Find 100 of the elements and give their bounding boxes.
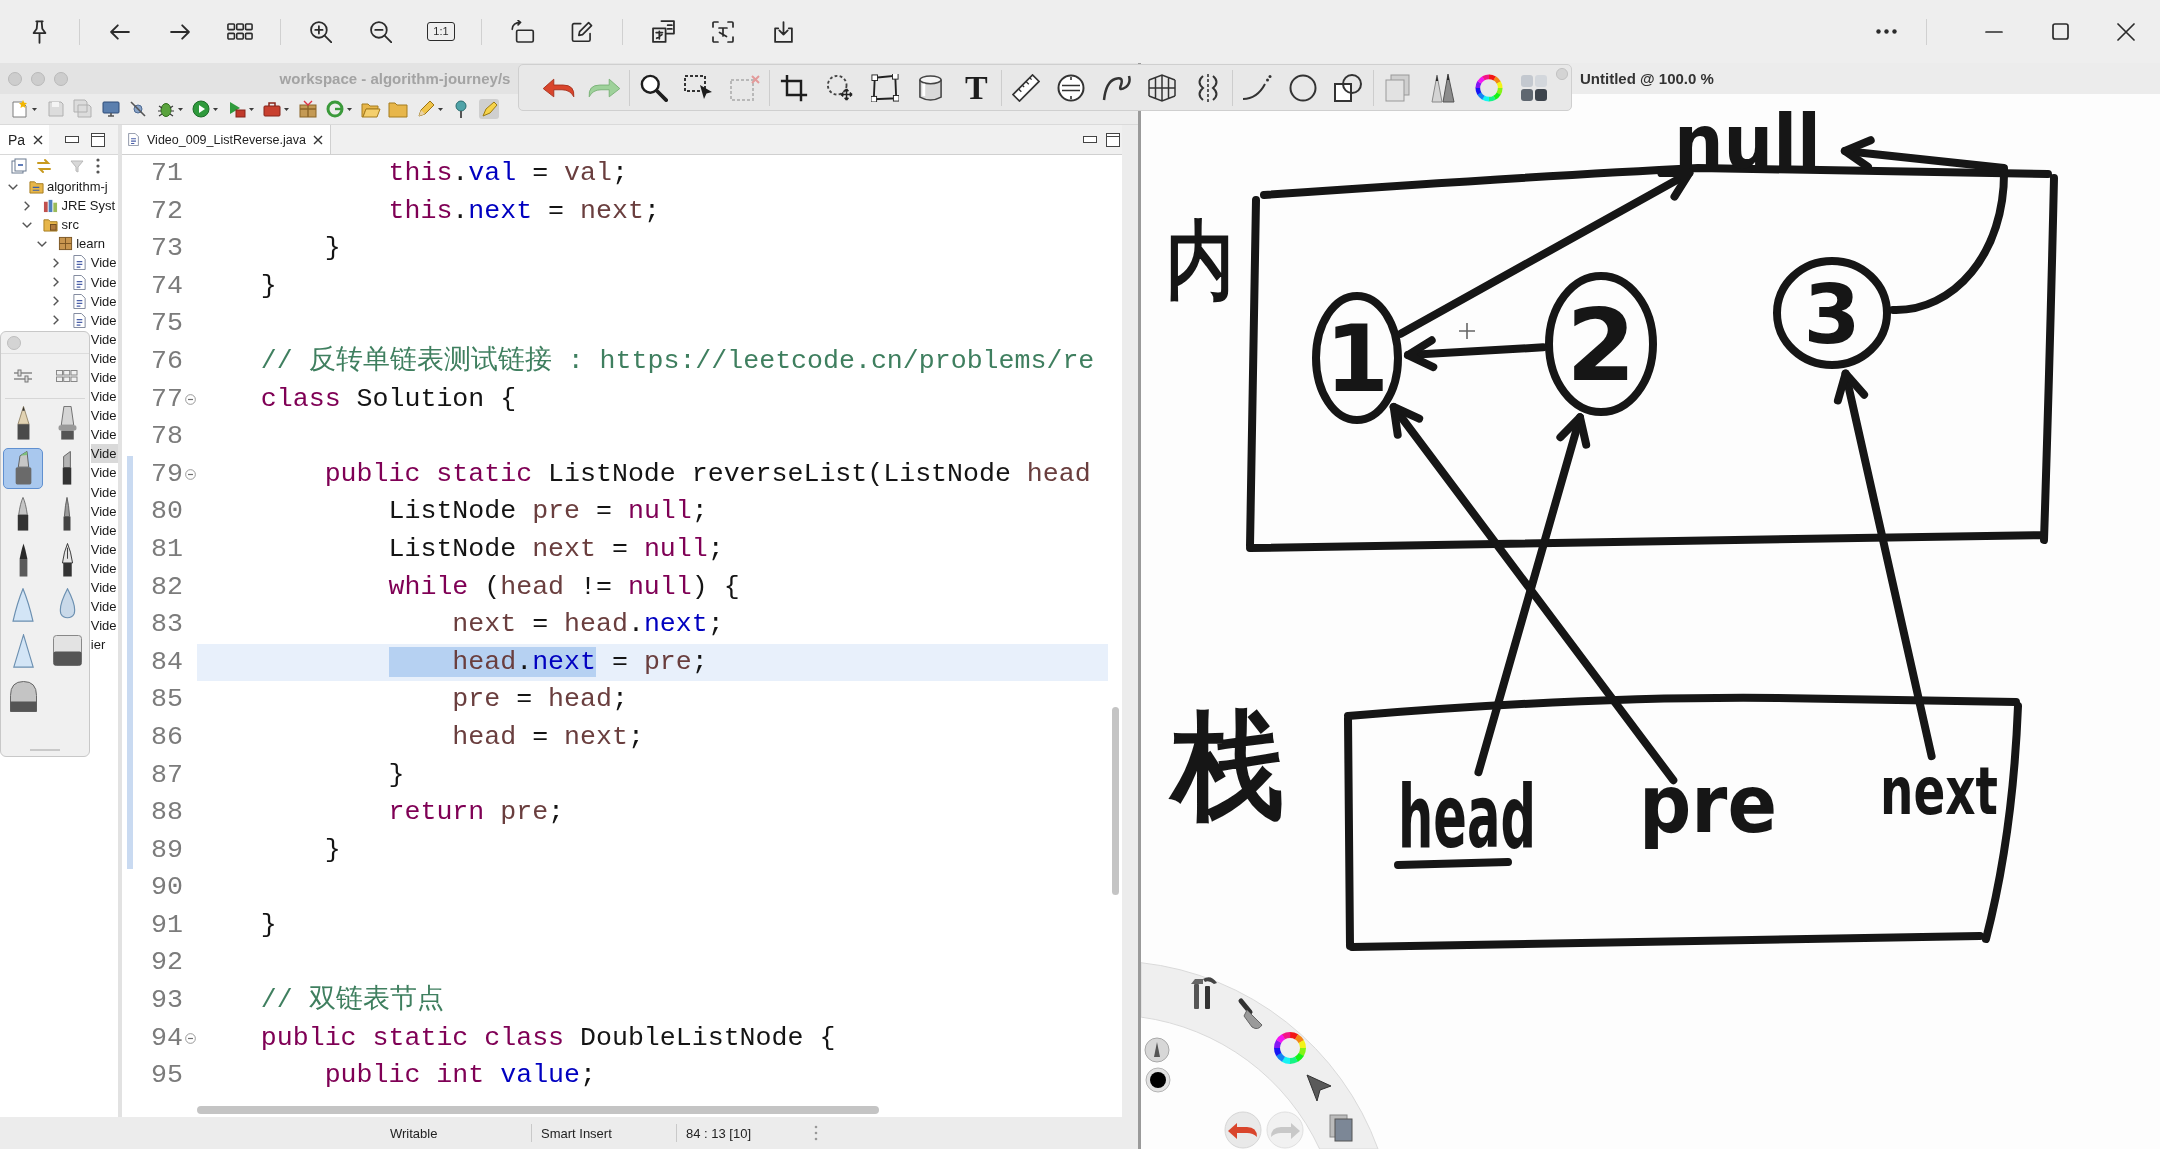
tree-item[interactable]: Vide xyxy=(90,387,118,407)
pin-icon[interactable] xyxy=(31,19,47,44)
zoom-out-icon[interactable] xyxy=(370,20,392,43)
tree-item[interactable]: Vide xyxy=(90,597,118,617)
fold-icon[interactable] xyxy=(184,393,196,405)
chevron-right-icon[interactable] xyxy=(53,296,60,307)
chevron-right-icon[interactable] xyxy=(24,200,31,211)
transform-icon[interactable] xyxy=(871,73,900,102)
scrollbar-thumb[interactable] xyxy=(1111,707,1119,895)
fold-icon[interactable] xyxy=(184,469,196,481)
back-icon[interactable] xyxy=(110,23,130,40)
maximize-icon[interactable] xyxy=(2051,23,2069,40)
close-icon[interactable] xyxy=(312,134,323,145)
tree-item[interactable]: Vide xyxy=(90,577,118,598)
forward-icon[interactable] xyxy=(170,23,190,40)
more-icon[interactable] xyxy=(1875,29,1897,34)
view-menu-icon[interactable] xyxy=(96,158,100,174)
undo-icon[interactable] xyxy=(542,77,576,98)
text-tool-button[interactable]: T xyxy=(964,70,988,105)
highlighter-icon[interactable] xyxy=(478,99,499,119)
toolbox-dropdown-icon[interactable] xyxy=(262,99,290,119)
ellipse-guide-icon[interactable] xyxy=(1057,73,1086,102)
grip-icon[interactable] xyxy=(814,1125,818,1141)
tree-item[interactable]: Vide xyxy=(48,291,118,311)
tools-icon[interactable] xyxy=(1191,977,1217,1009)
tree-item[interactable]: Vide xyxy=(48,272,118,292)
paintbrush-icon[interactable] xyxy=(1238,998,1263,1030)
tree-item[interactable]: Vide xyxy=(90,329,118,349)
color-swatch-icon[interactable] xyxy=(1145,1067,1171,1093)
tree-item[interactable]: Vide xyxy=(90,520,118,540)
gift-box-icon[interactable] xyxy=(297,99,318,119)
bucket-icon[interactable] xyxy=(918,73,944,102)
editor-tab[interactable]: Video_009_ListReverse.java xyxy=(122,125,331,154)
tree-item[interactable]: Vide xyxy=(90,425,118,445)
tree-item[interactable]: Vide xyxy=(90,539,118,559)
tree-item[interactable]: JRE Syst xyxy=(19,196,118,216)
chevron-down-icon[interactable] xyxy=(22,221,33,228)
maximize-icon[interactable] xyxy=(1106,132,1120,147)
tree-item[interactable]: Vide xyxy=(90,444,118,464)
scrollbar-thumb[interactable] xyxy=(197,1106,879,1114)
gallery-icon[interactable] xyxy=(227,23,253,40)
tree-item[interactable]: Vide xyxy=(90,482,118,502)
swatches-icon[interactable] xyxy=(1520,73,1549,102)
chevron-right-icon[interactable] xyxy=(53,257,60,268)
brush-puck-icon[interactable] xyxy=(1144,1037,1170,1063)
chevron-right-icon[interactable] xyxy=(53,277,60,287)
close-icon[interactable] xyxy=(33,134,44,145)
translate-icon[interactable] xyxy=(651,20,675,43)
minimize-icon[interactable] xyxy=(1083,136,1097,143)
lasso-icon[interactable] xyxy=(825,73,854,102)
minimize-icon[interactable] xyxy=(65,136,79,143)
perspective-grid-icon[interactable] xyxy=(1148,73,1177,102)
link-arrows-icon[interactable] xyxy=(36,158,52,174)
maximize-icon[interactable] xyxy=(91,132,105,147)
edit-icon[interactable] xyxy=(571,20,593,43)
circle-icon[interactable] xyxy=(1288,73,1317,102)
tree-item[interactable]: Vide xyxy=(90,558,118,578)
tree-item[interactable]: Vide xyxy=(90,367,118,388)
color-wheel-icon[interactable] xyxy=(1274,1032,1306,1064)
tree-item[interactable]: src xyxy=(19,215,118,235)
shape-icon[interactable] xyxy=(1334,73,1363,102)
download-icon[interactable] xyxy=(773,20,793,43)
minimize-icon[interactable] xyxy=(1985,30,2003,33)
chevron-down-icon[interactable] xyxy=(7,183,18,190)
tree-item[interactable]: learn xyxy=(34,234,118,254)
sliders-icon[interactable] xyxy=(12,369,33,383)
tree-item[interactable]: Vide xyxy=(90,406,118,426)
close-icon[interactable] xyxy=(2117,22,2135,41)
curve-icon[interactable] xyxy=(1242,74,1273,101)
grid-icon[interactable] xyxy=(55,370,78,382)
fold-icon[interactable] xyxy=(184,1032,196,1044)
tree-item[interactable]: Vide xyxy=(90,348,118,368)
view-tab[interactable]: Pa xyxy=(0,125,50,154)
text-scan-icon[interactable] xyxy=(712,20,734,43)
crop-icon[interactable] xyxy=(780,73,809,102)
tree-item[interactable]: algorithm-j xyxy=(5,177,118,197)
search-icon[interactable] xyxy=(639,73,668,102)
ruler-icon[interactable] xyxy=(1011,73,1040,102)
ring-dropdown-icon[interactable] xyxy=(325,99,353,119)
play-dropdown-icon[interactable] xyxy=(191,99,219,119)
tree-item[interactable]: Vide xyxy=(48,310,118,330)
zoom-in-icon[interactable] xyxy=(310,20,332,43)
slashed-circle-icon[interactable] xyxy=(128,99,148,119)
chevron-down-icon[interactable] xyxy=(36,240,47,247)
tree-item[interactable]: ier xyxy=(90,635,118,655)
french-curve-icon[interactable] xyxy=(1101,73,1132,102)
collapse-all-icon[interactable] xyxy=(11,158,27,174)
new-file-dropdown-icon[interactable] xyxy=(10,99,38,119)
pencil-dropdown-icon[interactable] xyxy=(415,99,444,119)
pencils-icon[interactable] xyxy=(1431,72,1456,103)
rotate-icon[interactable] xyxy=(509,20,535,43)
monitor-icon[interactable] xyxy=(100,99,121,119)
tree-item[interactable]: Vide xyxy=(90,463,118,483)
tree-item[interactable]: Vide xyxy=(48,253,118,273)
layers-icon[interactable] xyxy=(1329,1114,1353,1142)
color-wheel-icon[interactable] xyxy=(1474,73,1503,102)
tree-item[interactable]: Vide xyxy=(90,616,118,636)
tree-item[interactable]: Vide xyxy=(90,501,118,521)
chevron-right-icon[interactable] xyxy=(53,315,60,326)
pointer-icon[interactable] xyxy=(1306,1074,1332,1102)
